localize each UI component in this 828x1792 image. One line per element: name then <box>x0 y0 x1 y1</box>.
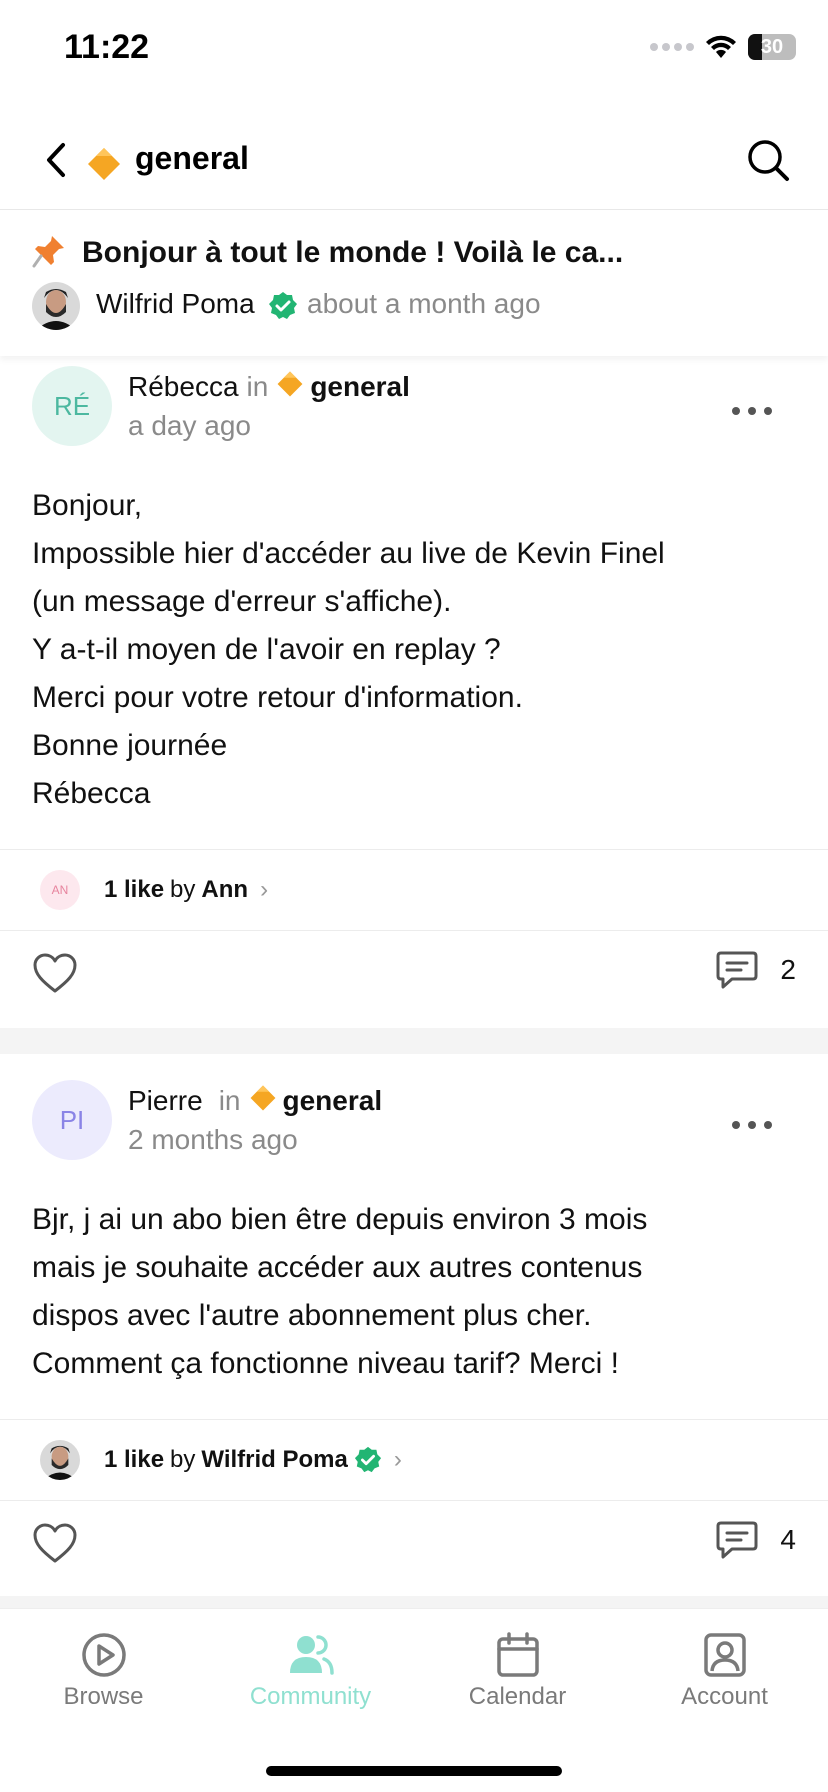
post-body-line: mais je souhaite accéder aux autres cont… <box>32 1251 643 1284</box>
like-count: 1 like <box>104 876 165 903</box>
heart-icon <box>33 1523 77 1563</box>
play-circle-icon <box>81 1633 126 1677</box>
comment-count: 4 <box>780 1524 796 1555</box>
orange-diamond-icon <box>277 371 303 397</box>
post-actions: 2 <box>0 932 828 1016</box>
post-author[interactable]: Pierre <box>128 1085 203 1116</box>
post-body-line: Comment ça fonctionne niveau tarif? Merc… <box>32 1347 619 1380</box>
post-body[interactable]: Bonjour, Impossible hier d'accéder au li… <box>32 482 802 818</box>
tab-browse[interactable]: Browse <box>0 1631 207 1711</box>
comment-icon <box>716 951 758 989</box>
verified-badge-icon <box>354 1446 381 1473</box>
pinned-post[interactable]: Bonjour à tout le monde ! Voilà le ca...… <box>0 210 828 356</box>
cellular-signal-icon <box>650 43 694 51</box>
nav-header: general <box>0 110 828 210</box>
post-time: a day ago <box>128 410 251 441</box>
post-author-line: Pierre in general <box>128 1084 382 1117</box>
battery-percent: 30 <box>760 35 784 58</box>
status-bar: 11:22 30 <box>0 0 828 100</box>
in-label: in <box>246 371 269 402</box>
post-body-line: dispos avec l'autre abonnement plus cher… <box>32 1299 592 1332</box>
tab-label: Calendar <box>468 1683 567 1710</box>
pinned-title: Bonjour à tout le monde ! Voilà le ca... <box>82 236 624 269</box>
tab-label: Community <box>249 1683 372 1710</box>
tab-bar: Browse Community Calendar Account <box>0 1608 828 1792</box>
like-button[interactable] <box>32 1522 78 1564</box>
wifi-icon <box>706 35 736 58</box>
post-separator <box>0 1596 828 1608</box>
page-title: general <box>135 140 249 176</box>
post-separator <box>0 1028 828 1054</box>
pinned-author[interactable]: Wilfrid Poma <box>96 288 255 320</box>
post-body[interactable]: Bjr, j ai un abo bien être depuis enviro… <box>32 1196 802 1388</box>
home-indicator <box>266 1766 562 1776</box>
search-button[interactable] <box>746 138 790 182</box>
tab-calendar[interactable]: Calendar <box>414 1631 621 1711</box>
avatar: AN <box>40 870 80 910</box>
post-body-line: Merci pour votre retour d'information. <box>32 681 523 714</box>
chevron-left-icon <box>47 143 65 177</box>
post-time: 2 months ago <box>128 1124 298 1155</box>
chevron-right-icon: › <box>393 1446 402 1473</box>
avatar[interactable]: RÉ <box>32 366 112 446</box>
users-icon <box>289 1635 334 1675</box>
post-body-line: Bonne journée <box>32 729 228 762</box>
avatar[interactable]: PI <box>32 1080 112 1160</box>
likes-row[interactable]: 1 like by Wilfrid Poma › <box>0 1419 828 1501</box>
like-count: 1 like <box>104 1446 165 1473</box>
pushpin-icon <box>32 236 64 268</box>
likes-summary: 1 like by Wilfrid Poma › <box>104 1446 402 1474</box>
avatar <box>32 282 80 330</box>
comments-button[interactable]: 4 <box>716 1520 796 1560</box>
calendar-icon <box>496 1632 539 1677</box>
post-author-line: Rébecca in general <box>128 370 410 403</box>
post-author[interactable]: Rébecca <box>128 371 239 402</box>
by-label: by <box>170 1446 196 1473</box>
post-card: RÉ Rébecca in general a day ago Bonjour, I… <box>0 356 828 1028</box>
chevron-right-icon: › <box>260 876 269 903</box>
post-channel[interactable]: general <box>310 371 410 402</box>
pinned-time: about a month ago <box>307 288 541 319</box>
post-body-line: Bonjour, <box>32 489 143 522</box>
post-actions: 4 <box>0 1502 828 1586</box>
post-body-line: Bjr, j ai un abo bien être depuis enviro… <box>32 1203 648 1236</box>
status-time: 11:22 <box>64 28 150 66</box>
more-options-icon[interactable] <box>732 1118 772 1132</box>
tab-account[interactable]: Account <box>621 1631 828 1711</box>
orange-diamond-icon <box>88 148 120 180</box>
post-body-line: Impossible hier d'accéder au live de Kev… <box>32 537 665 570</box>
post-body-line: Rébecca <box>32 777 151 810</box>
account-icon <box>703 1633 746 1677</box>
comment-icon <box>716 1521 758 1559</box>
tab-label: Browse <box>63 1683 144 1710</box>
back-button[interactable] <box>38 138 74 182</box>
avatar <box>40 1440 80 1480</box>
tab-community[interactable]: Community <box>207 1631 414 1711</box>
post-card: PI Pierre in general 2 months ago Bjr, j a… <box>0 1054 828 1606</box>
verified-badge-icon <box>269 292 297 319</box>
more-options-icon[interactable] <box>732 404 772 418</box>
tab-label: Account <box>681 1683 768 1710</box>
by-label: by <box>170 876 196 903</box>
in-label: in <box>218 1085 241 1116</box>
comment-count: 2 <box>780 954 796 985</box>
likes-row[interactable]: AN 1 like by Ann › <box>0 849 828 931</box>
comments-button[interactable]: 2 <box>716 950 796 990</box>
battery-icon: 30 <box>748 34 796 60</box>
post-body-line: Y a-t-il moyen de l'avoir en replay ? <box>32 633 501 666</box>
post-channel[interactable]: general <box>283 1085 383 1116</box>
liker-name: Wilfrid Poma <box>201 1446 348 1473</box>
orange-diamond-icon <box>250 1085 275 1111</box>
post-body-line: (un message d'erreur s'affiche). <box>32 585 452 618</box>
heart-icon <box>33 953 77 993</box>
status-icons: 30 <box>650 34 796 60</box>
liker-name: Ann <box>201 876 249 903</box>
likes-summary: 1 like by Ann › <box>104 876 268 904</box>
like-button[interactable] <box>32 952 78 994</box>
search-icon <box>748 140 789 181</box>
